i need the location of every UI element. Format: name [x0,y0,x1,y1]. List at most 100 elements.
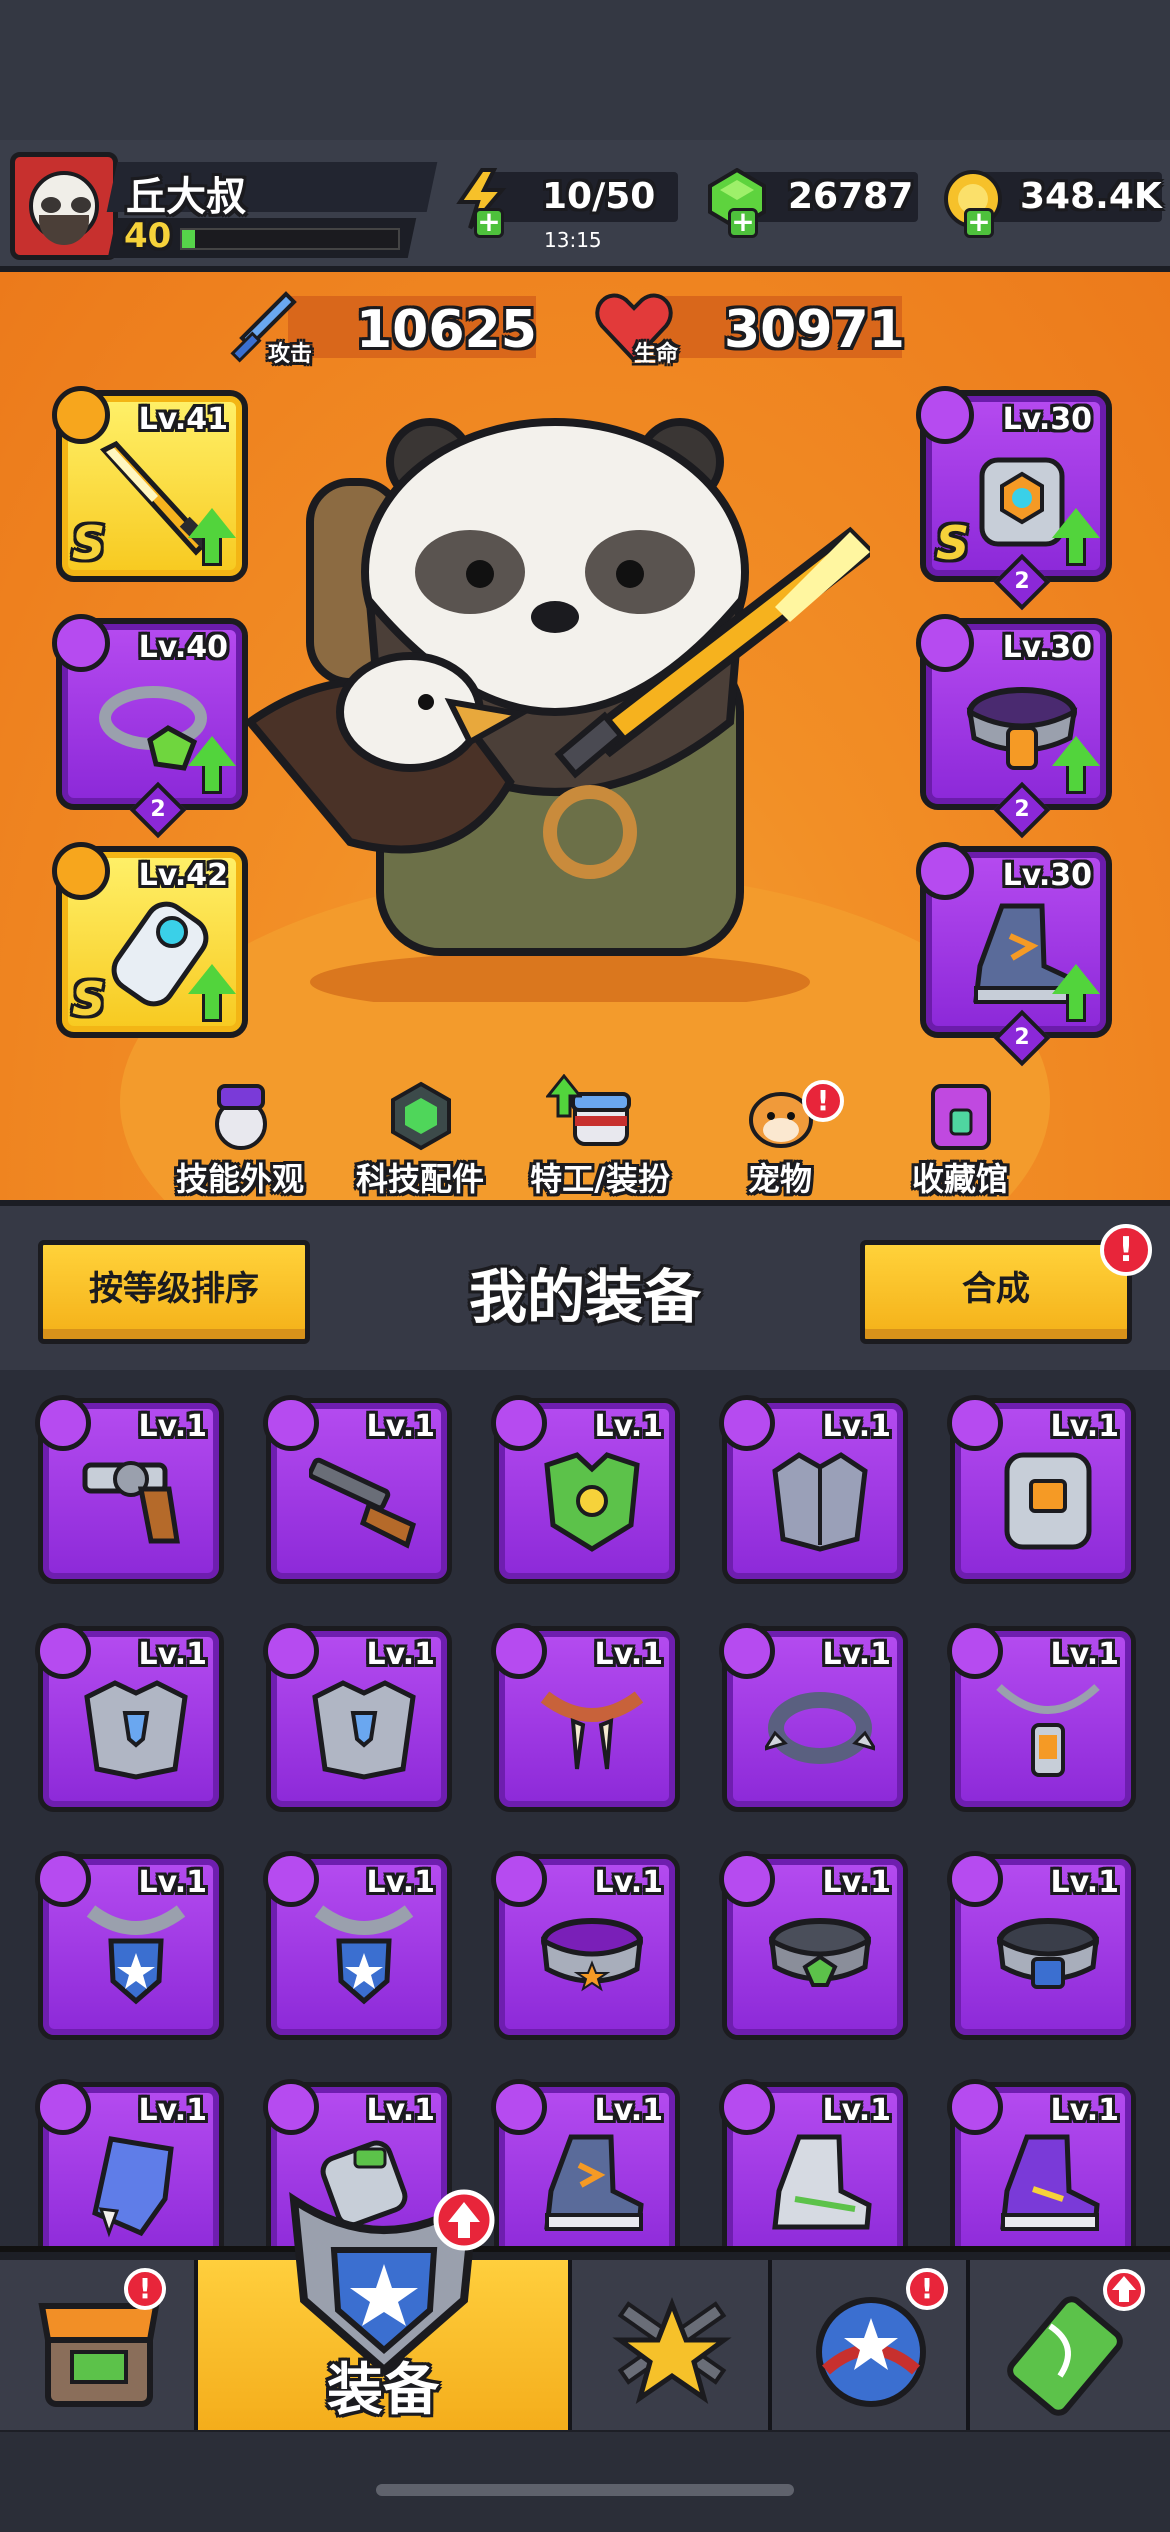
item-level: Lv.1 [366,1637,436,1672]
inventory-item[interactable]: Lv.1 [947,1851,1136,2040]
inventory-item[interactable]: Lv.1 [35,1623,224,1812]
attack-value: 10625 [356,300,537,360]
purple-boot-icon [1000,2134,1100,2231]
energy-plus-button[interactable]: + [474,208,504,238]
equipped-belt-slot[interactable]: Lv.30 2 [916,614,1112,839]
inventory-item[interactable]: Lv.1 [263,1851,452,2040]
inventory-item[interactable]: Lv.1 [35,2079,224,2250]
mech-boot-icon [973,903,1077,1004]
tab-label: 特工/装扮 [530,1160,670,1198]
armor-type-icon [916,386,974,444]
tab-tech-parts[interactable]: 科技配件 [330,1080,510,1200]
inventory-grid: Lv.1 Lv.1 Lv.1 Lv.1 Lv.1 Lv.1 Lv.1 Lv.1 … [0,1370,1170,2250]
coin-counter[interactable]: + 348.4K [942,168,1162,238]
equipped-glove-slot[interactable]: Lv.42 S [52,842,248,1038]
nav-equipment[interactable]: 装备 [198,2189,572,2430]
equipped-armor-slot[interactable]: Lv.30 S 2 [916,386,1112,611]
leaf-armor-icon [544,1452,640,1552]
nav-battle[interactable] [572,2260,772,2430]
collection-icon [931,1084,991,1150]
item-level: Lv.1 [1050,1865,1120,1900]
talent-alert-badge: ! [906,2268,948,2310]
inventory-item[interactable]: Lv.1 [35,1395,224,1584]
energy-counter[interactable]: + 10/50 13:15 [452,168,682,252]
fang-necklace-icon [540,1691,644,1770]
tab-pet[interactable]: ! 宠物 [690,1080,870,1200]
energy-value: 10/50 [542,176,656,217]
plate-armor-icon [772,1452,868,1552]
inventory-item[interactable]: Lv.1 [947,1623,1136,1812]
armor-type-icon [263,1623,319,1679]
inventory-item[interactable]: Lv.1 [947,2079,1136,2250]
inventory-header: 按等级排序 我的装备 合成 ! [0,1200,1170,1370]
tab-agent-costume[interactable]: 特工/装扮 [510,1074,690,1200]
merge-button[interactable]: 合成 [860,1240,1132,1344]
merge-label: 合成 [962,1269,1030,1309]
sort-by-level-button[interactable]: 按等级排序 [38,1240,310,1344]
pet-alert-badge: ! [802,1080,844,1122]
chest-armor-icon [312,1680,416,1780]
necklace-type-icon [491,1623,547,1679]
inventory-item[interactable]: Lv.1 [719,1623,908,1812]
glove-type-icon [35,2079,91,2135]
equipped-boots-slot[interactable]: Lv.30 2 [916,842,1112,1067]
merge-alert-badge: ! [1100,1224,1152,1276]
inventory-item[interactable]: Lv.1 [263,1623,452,1812]
sneaker-icon [544,2134,644,2231]
item-level: Lv.1 [594,1409,664,1444]
tab-label: 收藏馆 [911,1160,1008,1198]
vest-armor-icon [1004,1452,1092,1550]
inventory-item[interactable]: Lv.1 [491,1851,680,2040]
item-level: Lv.1 [822,1865,892,1900]
armored-belt-icon [966,687,1078,770]
slot-count: 2 [1014,797,1030,822]
belt-type-icon [947,1851,1003,1907]
item-level: Lv.1 [822,1637,892,1672]
shield-necklace-icon [86,1905,186,2005]
inventory-item[interactable]: Lv.1 [491,1623,680,1812]
inventory-title: 我的装备 [468,1263,701,1331]
xp-bar [180,228,400,250]
item-level: Lv.1 [822,1409,892,1444]
gem-necklace-icon [99,686,207,771]
grade-label: S [72,516,106,570]
tab-skill-skin[interactable]: 技能外观 [150,1080,330,1200]
inventory-item[interactable]: Lv.1 [35,1851,224,2040]
item-level: Lv.1 [138,2093,208,2128]
player-avatar[interactable] [10,152,118,260]
nav-shop[interactable]: ! [0,2260,198,2430]
inventory-item[interactable]: Lv.1 [491,2079,680,2250]
gem-counter[interactable]: + 26787 [706,168,918,238]
home-indicator[interactable] [376,2484,794,2496]
equipped-weapon-slot[interactable]: Lv.41 S [52,386,248,582]
inventory-item[interactable]: Lv.1 [719,1395,908,1584]
inventory-item[interactable]: Lv.1 [263,1395,452,1584]
tab-label: 科技配件 [355,1160,484,1198]
shop-alert-badge: ! [124,2268,166,2310]
inventory-item[interactable]: Lv.1 [719,1851,908,2040]
item-level: Lv.1 [594,1865,664,1900]
chest-armor-icon [84,1680,188,1780]
armor-type-icon [35,1623,91,1679]
necklace-type-icon [947,1623,1003,1679]
equipped-necklace-slot[interactable]: Lv.40 2 [52,614,248,839]
player-info[interactable]: 丘大叔 40 [106,162,442,262]
nav-gene[interactable] [970,2260,1170,2430]
item-level: Lv.1 [594,1637,664,1672]
health-value: 30971 [724,300,905,360]
high-top-icon [772,2134,872,2230]
grade-label: S [936,516,970,570]
weapon-type-icon [263,1395,319,1451]
glove-type-icon [263,2079,319,2135]
tab-collection[interactable]: 收藏馆 [870,1080,1050,1200]
character-panda-eagle [244,418,870,1002]
glove-type-icon [52,842,110,900]
armor-type-icon [719,1395,775,1451]
nav-talent[interactable]: ! [772,2260,970,2430]
coin-plus-button[interactable]: + [964,208,994,238]
inventory-item[interactable]: Lv.1 [719,2079,908,2250]
gem-plus-button[interactable]: + [728,208,758,238]
inventory-item[interactable]: Lv.1 [947,1395,1136,1584]
inventory-item[interactable]: Lv.1 [491,1395,680,1584]
item-level: Lv.1 [138,1637,208,1672]
